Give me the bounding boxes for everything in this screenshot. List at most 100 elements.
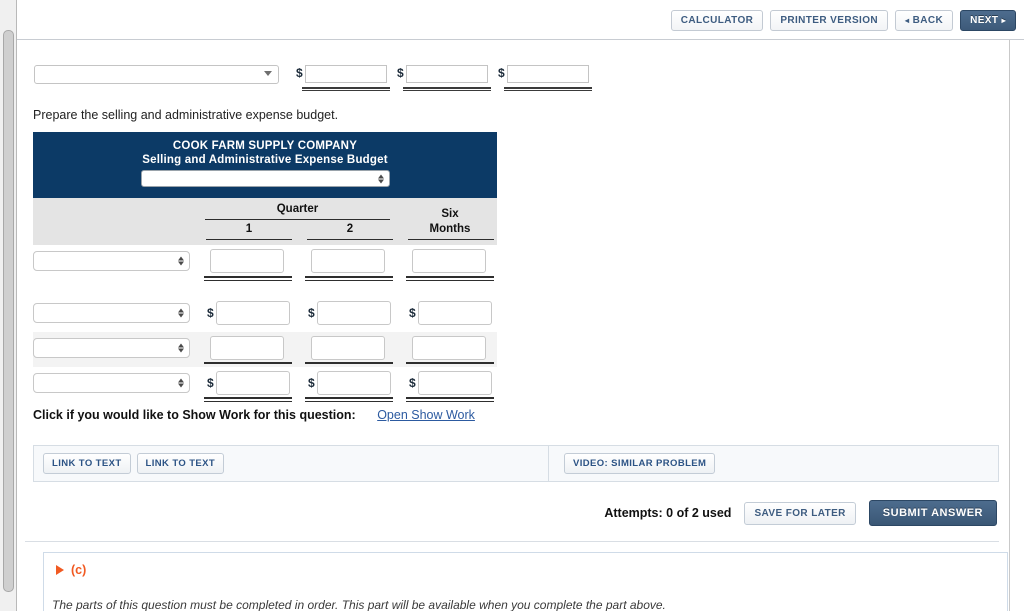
spinner-icon — [178, 256, 184, 266]
link-to-text-button-1[interactable]: LINK TO TEXT — [43, 453, 131, 474]
dollar-sign: $ — [296, 66, 303, 80]
amount-input[interactable] — [317, 301, 391, 325]
link-bar-left: LINK TO TEXT LINK TO TEXT — [34, 446, 549, 481]
part-c-header[interactable]: (c) — [56, 563, 86, 577]
amount-input[interactable] — [311, 336, 385, 360]
period-select[interactable] — [140, 170, 390, 187]
budget-table-header: COOK FARM SUPPLY COMPANY Selling and Adm… — [33, 132, 497, 198]
show-work-label: Click if you would like to Show Work for… — [33, 408, 356, 422]
back-arrow-icon: ◂ — [905, 16, 910, 25]
app-root: CALCULATOR PRINTER VERSION ◂ BACK NEXT ▸… — [0, 0, 1024, 611]
row-label-select[interactable] — [33, 251, 190, 271]
budget-table: COOK FARM SUPPLY COMPANY Selling and Adm… — [33, 132, 497, 402]
row-label-select[interactable] — [33, 373, 190, 393]
spinner-icon — [178, 378, 184, 388]
next-arrow-icon: ▸ — [1001, 16, 1006, 25]
dollar-sign: $ — [308, 376, 315, 390]
chevron-down-icon — [264, 71, 272, 76]
dollar-sign: $ — [409, 306, 416, 320]
column-header-quarter-2: 2 — [346, 223, 354, 235]
back-button[interactable]: ◂ BACK — [895, 10, 954, 31]
column-header-quarter-1: 1 — [245, 223, 253, 235]
total-rule — [403, 87, 491, 91]
amount-input[interactable] — [210, 249, 284, 273]
dollar-sign: $ — [207, 306, 214, 320]
open-show-work-link[interactable]: Open Show Work — [377, 408, 475, 422]
question-content-pane: $ $ $ Prepare the selling and administra… — [17, 40, 1010, 611]
table-row — [33, 245, 497, 297]
column-header-six-months: Six Months — [408, 207, 492, 237]
part-c-panel: (c) The parts of this question must be c… — [43, 552, 1008, 611]
dollar-sign: $ — [207, 376, 214, 390]
spinner-icon — [178, 308, 184, 318]
link-bar: LINK TO TEXT LINK TO TEXT VIDEO: SIMILAR… — [33, 445, 999, 482]
back-button-label: BACK — [912, 15, 944, 26]
quarter-2-rule — [307, 239, 393, 240]
company-name: COOK FARM SUPPLY COMPANY — [172, 140, 358, 152]
calculator-button[interactable]: CALCULATOR — [670, 10, 764, 31]
subtotal-rule — [406, 276, 494, 281]
subtotal-rule — [204, 276, 292, 281]
dollar-sign: $ — [409, 376, 416, 390]
window-scrollbar[interactable] — [0, 0, 17, 611]
quarter-group-rule — [205, 219, 390, 220]
table-row: $ $ $ — [33, 367, 497, 402]
scrollbar-thumb[interactable] — [3, 30, 14, 592]
dollar-sign: $ — [498, 66, 505, 80]
six-months-line-2: Months — [429, 223, 471, 235]
amount-input[interactable] — [216, 371, 290, 395]
previous-row-input-1[interactable] — [305, 65, 387, 83]
question-prompt: Prepare the selling and administrative e… — [33, 108, 339, 122]
table-row — [33, 332, 497, 367]
budget-table-column-headers: Quarter 1 2 Six Months — [33, 198, 497, 245]
amount-input[interactable] — [311, 249, 385, 273]
amount-input[interactable] — [216, 301, 290, 325]
attempts-text: Attempts: 0 of 2 used — [604, 506, 732, 520]
dollar-sign: $ — [308, 306, 315, 320]
amount-input[interactable] — [418, 301, 492, 325]
amount-input[interactable] — [210, 336, 284, 360]
spinner-icon — [178, 343, 184, 353]
spinner-icon — [377, 174, 384, 183]
subtotal-rule — [305, 276, 393, 281]
link-bar-right: VIDEO: SIMILAR PROBLEM — [549, 446, 998, 481]
statement-title: Selling and Administrative Expense Budge… — [142, 154, 388, 166]
amount-input[interactable] — [418, 371, 492, 395]
six-months-rule — [408, 239, 494, 240]
part-c-note: The parts of this question must be compl… — [52, 598, 666, 611]
total-rule — [406, 397, 494, 402]
next-button[interactable]: NEXT ▸ — [960, 10, 1016, 31]
printer-version-button[interactable]: PRINTER VERSION — [770, 10, 888, 31]
total-rule — [302, 87, 390, 91]
expand-triangle-icon — [56, 565, 64, 575]
quarter-1-rule — [206, 239, 292, 240]
video-similar-problem-button[interactable]: VIDEO: SIMILAR PROBLEM — [564, 453, 716, 474]
save-for-later-button[interactable]: SAVE FOR LATER — [744, 501, 856, 525]
next-button-label: NEXT — [970, 15, 999, 26]
amount-input[interactable] — [412, 249, 486, 273]
quarter-group-header: Quarter — [276, 203, 319, 215]
link-to-text-button-2[interactable]: LINK TO TEXT — [136, 453, 225, 474]
attempts-row: Attempts: 0 of 2 used SAVE FOR LATER SUB… — [604, 500, 997, 526]
top-toolbar: CALCULATOR PRINTER VERSION ◂ BACK NEXT ▸ — [17, 0, 1024, 40]
show-work-row: Click if you would like to Show Work for… — [33, 408, 475, 422]
amount-input[interactable] — [412, 336, 486, 360]
row-label-select[interactable] — [33, 338, 190, 358]
previous-row-select[interactable] — [34, 65, 279, 84]
six-months-line-1: Six — [441, 208, 459, 220]
submit-answer-button[interactable]: SUBMIT ANSWER — [868, 500, 997, 526]
amount-input[interactable] — [317, 371, 391, 395]
total-rule — [204, 397, 292, 402]
table-row: $ $ $ — [33, 297, 497, 332]
header-select-wrap — [33, 170, 497, 187]
row-label-select[interactable] — [33, 303, 190, 323]
total-rule — [305, 397, 393, 402]
previous-row-input-2[interactable] — [406, 65, 488, 83]
toolbar-buttons: CALCULATOR PRINTER VERSION ◂ BACK NEXT ▸ — [670, 10, 1016, 31]
dollar-sign: $ — [397, 66, 404, 80]
section-divider — [25, 541, 999, 542]
total-rule — [504, 87, 592, 91]
previous-row-input-3[interactable] — [507, 65, 589, 83]
previous-table-partial-row: $ $ $ — [34, 65, 614, 91]
part-c-label: (c) — [71, 563, 87, 577]
